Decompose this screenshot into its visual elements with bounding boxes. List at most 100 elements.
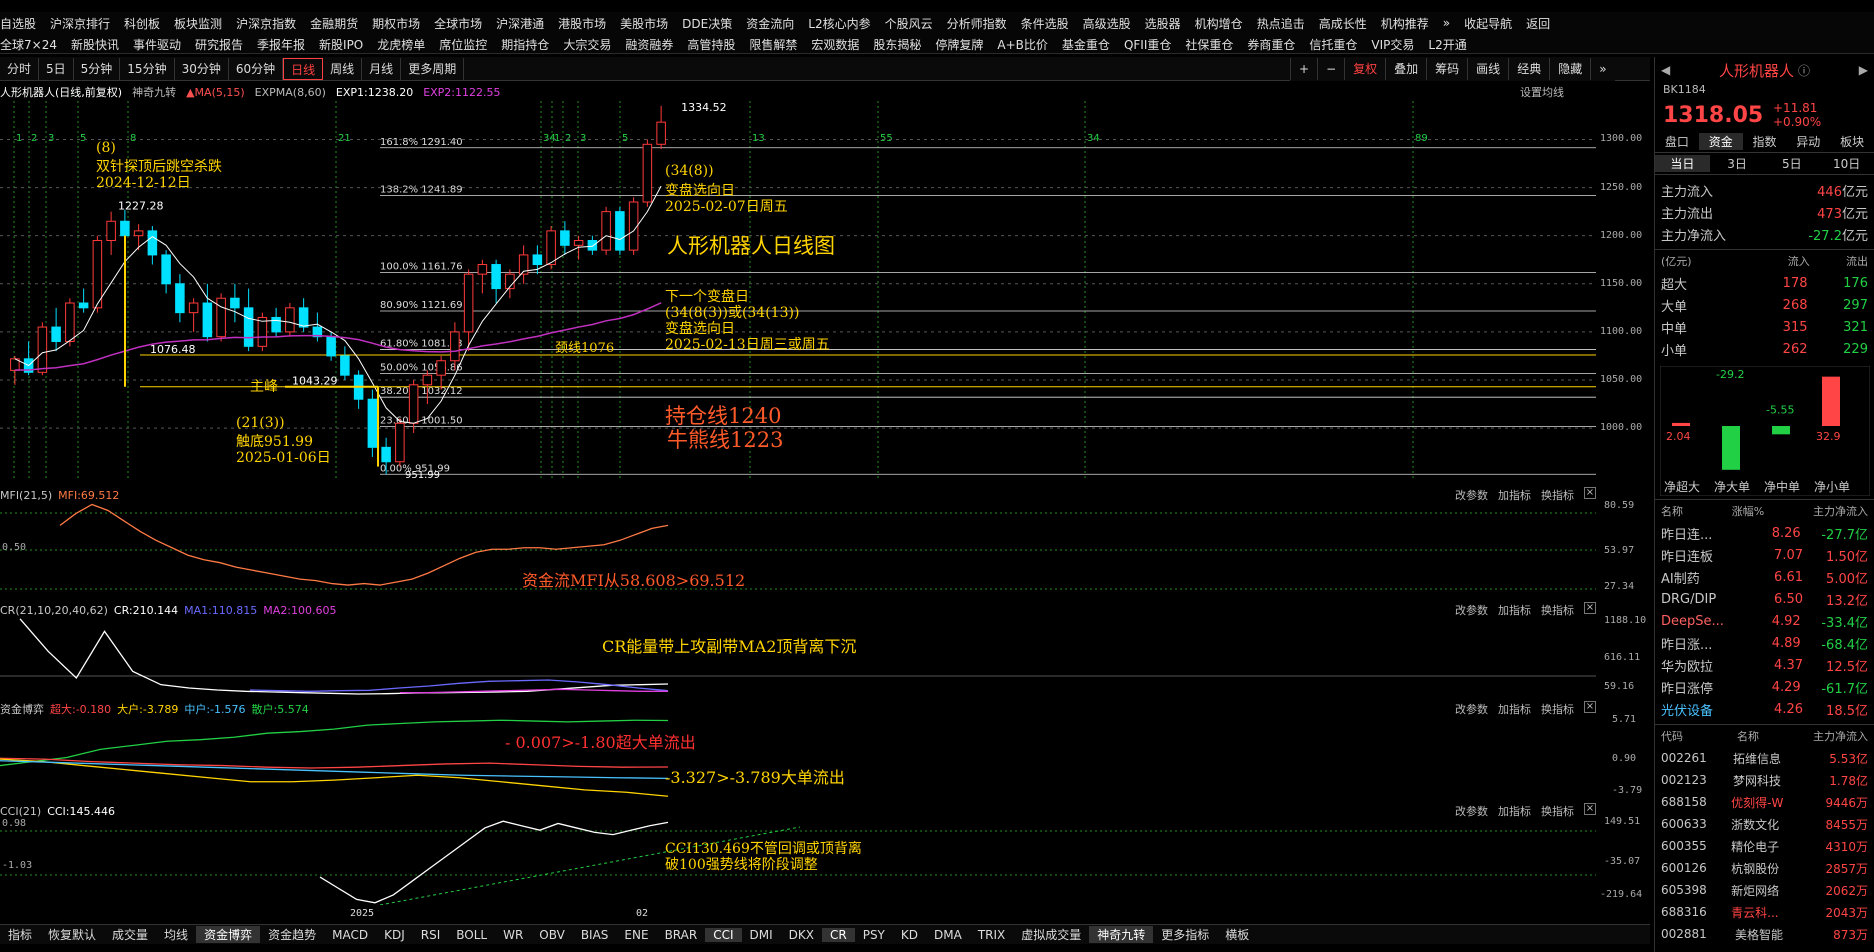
day-tab[interactable]: 当日 <box>1655 155 1710 172</box>
menu-item[interactable]: 大宗交易 <box>563 36 611 53</box>
nine-turn-tag[interactable]: 神奇九转 <box>132 84 176 100</box>
menu-item[interactable]: 融资融券 <box>625 36 673 53</box>
panel-tool[interactable]: 换指标 <box>1541 487 1574 503</box>
side-next-icon[interactable]: ▶ <box>1859 63 1868 77</box>
side-tab[interactable]: 板块 <box>1830 133 1874 150</box>
sector-name[interactable]: 华为欧拉 <box>1661 656 1751 675</box>
stock-code[interactable]: 600355 <box>1661 839 1707 853</box>
sector-row[interactable]: 昨日连... 8.26 -27.7亿 <box>1655 522 1874 544</box>
side-tab[interactable]: 资金 <box>1698 133 1743 150</box>
indicator-tab[interactable]: DMI <box>742 928 781 942</box>
menu-item[interactable]: VIP交易 <box>1371 36 1414 53</box>
menu-item[interactable]: DDE决策 <box>682 15 732 32</box>
stock-name[interactable]: 浙数文化 <box>1731 816 1801 833</box>
menu-item[interactable]: 热点追击 <box>1257 15 1305 32</box>
chart-tool-button[interactable]: 经典 <box>1508 58 1549 80</box>
menu-item[interactable]: 板块监测 <box>174 15 222 32</box>
indicator-tab[interactable]: 指标 <box>0 926 40 943</box>
indicator-tab[interactable]: CCI <box>705 927 742 942</box>
menu-item[interactable]: 券商重仓 <box>1247 36 1295 53</box>
day-tab[interactable]: 3日 <box>1710 155 1765 172</box>
period-tab[interactable]: 更多周期 <box>401 57 465 80</box>
stock-code[interactable]: 600633 <box>1661 817 1707 831</box>
menu-item[interactable]: 机构推荐 <box>1381 15 1429 32</box>
stock-name[interactable]: 梦网科技 <box>1733 772 1803 789</box>
stock-code[interactable]: 002881 <box>1661 927 1707 941</box>
period-tab[interactable]: 15分钟 <box>120 57 175 80</box>
menu-item[interactable]: 研究报告 <box>195 36 243 53</box>
menu-item[interactable]: 科创板 <box>124 15 160 32</box>
stock-name[interactable]: 杭钢股份 <box>1731 860 1801 877</box>
chart-tool-button[interactable]: 复权 <box>1344 58 1385 80</box>
panel-tool[interactable]: 换指标 <box>1541 803 1574 819</box>
chart-tool-button[interactable]: + <box>1290 58 1317 80</box>
indicator-tab[interactable]: CR <box>821 927 855 942</box>
chart-tool-button[interactable]: 隐藏 <box>1549 58 1590 80</box>
period-tab[interactable]: 30分钟 <box>175 57 229 80</box>
sector-name[interactable]: DRG/DIP <box>1661 592 1751 607</box>
menu-item[interactable]: 股东揭秘 <box>873 36 921 53</box>
sector-row[interactable]: 华为欧拉 4.37 12.5亿 <box>1655 654 1874 676</box>
period-tab[interactable]: 5日 <box>39 57 74 80</box>
stock-name[interactable]: 美格智能 <box>1735 926 1805 943</box>
menu-item[interactable]: L2核心内参 <box>808 15 870 32</box>
day-tab[interactable]: 5日 <box>1765 155 1820 172</box>
menu-item[interactable]: 信托重仓 <box>1309 36 1357 53</box>
menu-item[interactable]: A+B比价 <box>997 36 1048 53</box>
menu-item[interactable]: 停牌复牌 <box>935 36 983 53</box>
period-tab[interactable]: 周线 <box>323 57 363 80</box>
ma-label[interactable]: ▲MA(5,15) <box>186 86 245 99</box>
sector-name[interactable]: 昨日连... <box>1661 524 1751 543</box>
stock-row[interactable]: 605398 新炬网络 2062万 <box>1655 879 1874 901</box>
indicator-tab[interactable]: MACD <box>324 928 376 942</box>
sector-row[interactable]: AI制药 6.61 5.00亿 <box>1655 566 1874 588</box>
panel-tool[interactable]: 改参数 <box>1455 701 1488 717</box>
panel-tool[interactable]: 换指标 <box>1541 602 1574 618</box>
chart-tool-button[interactable]: 筹码 <box>1426 58 1467 80</box>
menu-item[interactable]: 分析师指数 <box>947 15 1007 32</box>
menu-item[interactable]: 宏观数据 <box>811 36 859 53</box>
sector-name[interactable]: DeepSe... <box>1661 614 1751 629</box>
side-prev-icon[interactable]: ◀ <box>1661 63 1670 77</box>
stock-name[interactable]: 优刻得-W <box>1731 794 1801 811</box>
menu-item[interactable]: 沪深京排行 <box>50 15 110 32</box>
menu-item[interactable]: 金融期货 <box>310 15 358 32</box>
indicator-tab[interactable]: 资金博弈 <box>196 926 261 943</box>
chart-tool-button[interactable]: 画线 <box>1467 58 1508 80</box>
period-tab[interactable]: 60分钟 <box>229 57 284 80</box>
stock-head-cell[interactable]: 代码 <box>1661 728 1683 744</box>
indicator-tab[interactable]: 虚拟成交量 <box>1013 926 1089 943</box>
menu-item[interactable]: 全球市场 <box>434 15 482 32</box>
sector-row[interactable]: 光伏设备 4.26 18.5亿 <box>1655 698 1874 720</box>
menu-item[interactable]: 机构增仓 <box>1195 15 1243 32</box>
stock-name[interactable]: 青云科... <box>1731 904 1801 921</box>
menu-item[interactable]: 高管持股 <box>687 36 735 53</box>
side-tab[interactable]: 异动 <box>1786 133 1830 150</box>
expma-label[interactable]: EXPMA(8,60) <box>255 86 326 99</box>
sector-row[interactable]: 昨日涨... 4.89 -68.4亿 <box>1655 632 1874 654</box>
menu-item[interactable]: 事件驱动 <box>133 36 181 53</box>
indicator-tab[interactable]: BIAS <box>573 928 617 942</box>
day-tab[interactable]: 10日 <box>1819 155 1874 172</box>
stock-row[interactable]: 002123 梦网科技 1.78亿 <box>1655 769 1874 791</box>
sector-row[interactable]: 昨日连板 7.07 1.50亿 <box>1655 544 1874 566</box>
stock-name[interactable]: 精伦电子 <box>1731 838 1801 855</box>
menu-item[interactable]: 港股市场 <box>558 15 606 32</box>
panel-tool[interactable]: 加指标 <box>1498 701 1531 717</box>
sector-name[interactable]: 昨日连板 <box>1661 546 1751 565</box>
chart-tool-button[interactable]: − <box>1317 58 1344 80</box>
menu-item[interactable]: » <box>1443 16 1450 30</box>
close-icon[interactable]: × <box>1584 701 1596 713</box>
chart-tool-button[interactable]: 叠加 <box>1385 58 1426 80</box>
menu-item[interactable]: 收起导航 <box>1464 15 1512 32</box>
indicator-tab[interactable]: RSI <box>413 928 449 942</box>
menu-item[interactable]: 新股快讯 <box>71 36 119 53</box>
stock-row[interactable]: 600126 杭钢股份 2857万 <box>1655 857 1874 879</box>
panel-tool[interactable]: 换指标 <box>1541 701 1574 717</box>
menu-item[interactable]: 基金重仓 <box>1062 36 1110 53</box>
indicator-tab[interactable]: OBV <box>531 928 573 942</box>
menu-item[interactable]: 龙虎榜单 <box>377 36 425 53</box>
cci-title[interactable]: CCI(21) <box>0 805 41 818</box>
stock-name[interactable]: 新炬网络 <box>1731 882 1801 899</box>
sector-name[interactable]: 昨日涨... <box>1661 634 1751 653</box>
